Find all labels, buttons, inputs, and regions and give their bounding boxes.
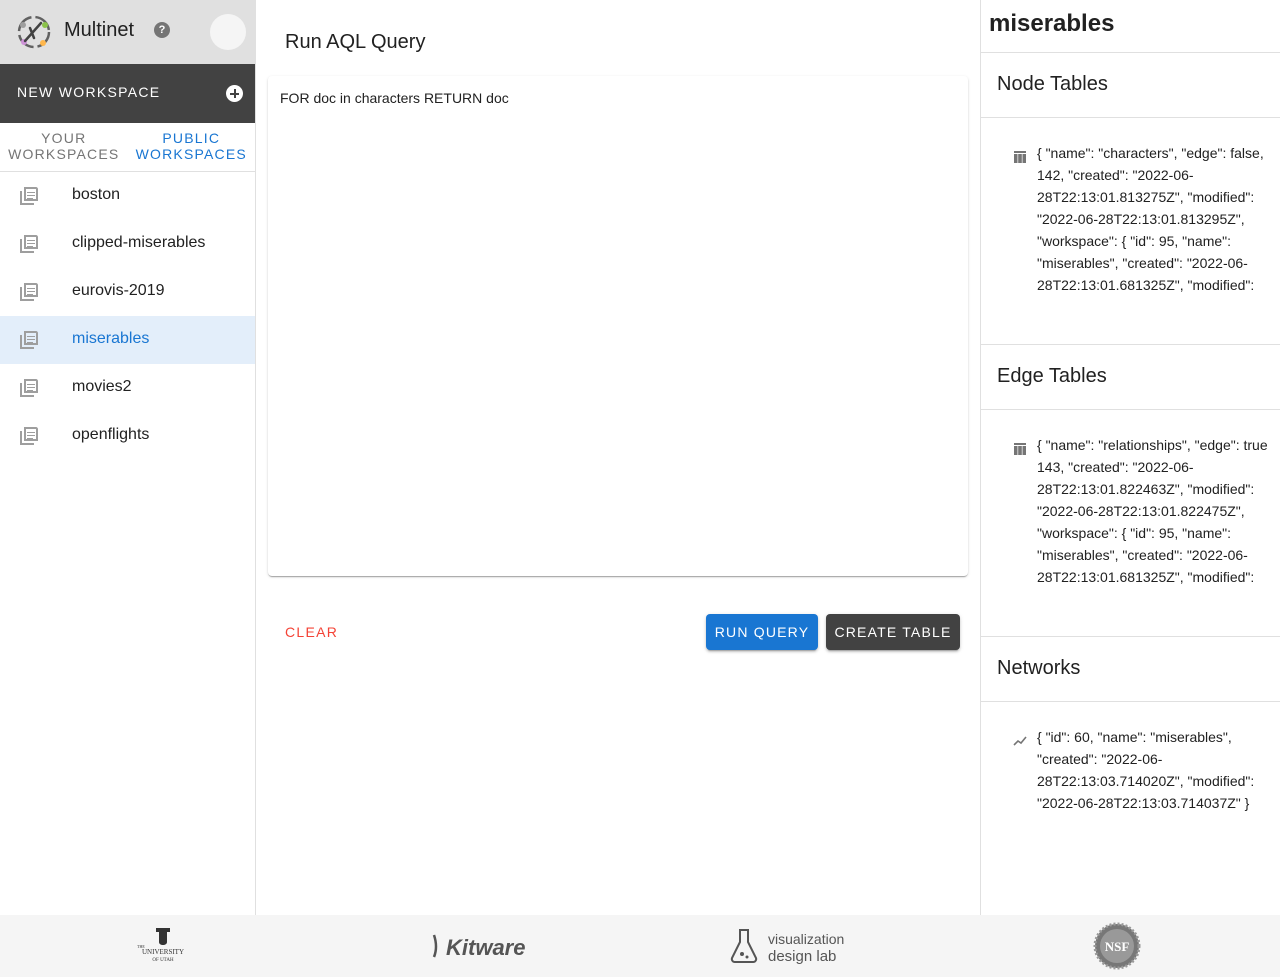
- svg-text:OF UTAH: OF UTAH: [152, 958, 174, 963]
- workspace-name: clipped-miserables: [72, 234, 206, 251]
- workspace-tabs: YOUR WORKSPACES PUBLIC WORKSPACES: [0, 123, 255, 172]
- networks-header: Networks: [981, 636, 1280, 702]
- workspace-item-boston[interactable]: boston: [0, 172, 255, 220]
- nsf-logo[interactable]: NSF: [1090, 921, 1144, 971]
- multinet-logo-icon[interactable]: [16, 14, 52, 50]
- library-books-icon: [20, 187, 38, 205]
- query-panel: Run AQL Query FOR doc in characters RETU…: [256, 0, 980, 915]
- new-workspace-label: NEW WORKSPACE: [17, 84, 161, 100]
- svg-text:NSF: NSF: [1105, 939, 1130, 954]
- node-tables-heading: Node Tables: [997, 73, 1108, 95]
- help-icon[interactable]: ?: [154, 22, 170, 38]
- library-books-icon: [20, 331, 38, 349]
- svg-text:UNIVERSITY: UNIVERSITY: [142, 948, 184, 956]
- edge-table-item[interactable]: { "name": "relationships", "edge": true …: [981, 410, 1280, 622]
- app-title: Multinet: [64, 19, 135, 41]
- workspace-list: boston clipped-miserables eurovis-2019 m…: [0, 172, 255, 460]
- svg-text:visualization: visualization: [768, 931, 844, 947]
- svg-text:Kitware: Kitware: [446, 935, 525, 960]
- library-books-icon: [20, 427, 38, 445]
- workspace-name: miserables: [72, 330, 150, 347]
- add-circle-icon: [226, 85, 243, 102]
- run-query-button[interactable]: RUN QUERY: [706, 614, 818, 650]
- table-icon: [1014, 151, 1026, 163]
- node-table-json: { "name": "characters", "edge": false, 1…: [1037, 145, 1268, 293]
- sponsor-footer: THE UNIVERSITY OF UTAH Kitware visualiza…: [0, 915, 1280, 977]
- tab-public-workspaces[interactable]: PUBLIC WORKSPACES: [128, 123, 256, 171]
- workspace-name: boston: [72, 186, 121, 203]
- library-books-icon: [20, 283, 38, 301]
- app-header: Multinet ?: [0, 0, 255, 64]
- tab-your-workspaces[interactable]: YOUR WORKSPACES: [0, 123, 128, 171]
- query-editor-card: FOR doc in characters RETURN doc: [268, 76, 968, 576]
- svg-text:design lab: design lab: [768, 948, 836, 965]
- university-of-utah-logo[interactable]: THE UNIVERSITY OF UTAH: [128, 921, 198, 971]
- workspace-name: movies2: [72, 378, 132, 395]
- workspace-detail-panel: miserables Node Tables { "name": "charac…: [980, 0, 1280, 915]
- workspace-title: miserables: [989, 10, 1115, 37]
- workspace-name: openflights: [72, 426, 150, 443]
- library-books-icon: [20, 235, 38, 253]
- new-workspace-button[interactable]: NEW WORKSPACE: [0, 64, 255, 123]
- workspace-item-eurovis-2019[interactable]: eurovis-2019: [0, 268, 255, 316]
- edge-tables-header: Edge Tables: [981, 344, 1280, 410]
- clear-button[interactable]: CLEAR: [277, 615, 346, 649]
- workspace-name: eurovis-2019: [72, 282, 165, 299]
- workspace-item-movies2[interactable]: movies2: [0, 364, 255, 412]
- node-table-item[interactable]: { "name": "characters", "edge": false, 1…: [981, 118, 1280, 330]
- network-json: { "id": 60, "name": "miserables", "creat…: [1037, 729, 1259, 811]
- create-table-button[interactable]: CREATE TABLE: [826, 614, 960, 650]
- workspace-item-miserables[interactable]: miserables: [0, 316, 255, 364]
- network-item[interactable]: { "id": 60, "name": "miserables", "creat…: [981, 702, 1280, 902]
- edge-tables-heading: Edge Tables: [997, 365, 1107, 387]
- edge-table-json: { "name": "relationships", "edge": true …: [1037, 437, 1272, 585]
- table-icon: [1014, 443, 1026, 455]
- workspace-item-openflights[interactable]: openflights: [0, 412, 255, 460]
- user-avatar[interactable]: [210, 14, 246, 50]
- library-books-icon: [20, 379, 38, 397]
- networks-heading: Networks: [997, 657, 1081, 679]
- workspace-item-clipped-miserables[interactable]: clipped-miserables: [0, 220, 255, 268]
- node-tables-header: Node Tables: [981, 52, 1280, 118]
- sidebar: Multinet ? NEW WORKSPACE YOUR WORKSPACES …: [0, 0, 256, 915]
- query-title: Run AQL Query: [285, 31, 426, 53]
- visualization-design-lab-logo[interactable]: visualization design lab: [730, 921, 870, 971]
- query-editor[interactable]: FOR doc in characters RETURN doc: [280, 90, 950, 560]
- kitware-logo[interactable]: Kitware: [428, 921, 538, 971]
- timeline-icon: [1013, 736, 1027, 746]
